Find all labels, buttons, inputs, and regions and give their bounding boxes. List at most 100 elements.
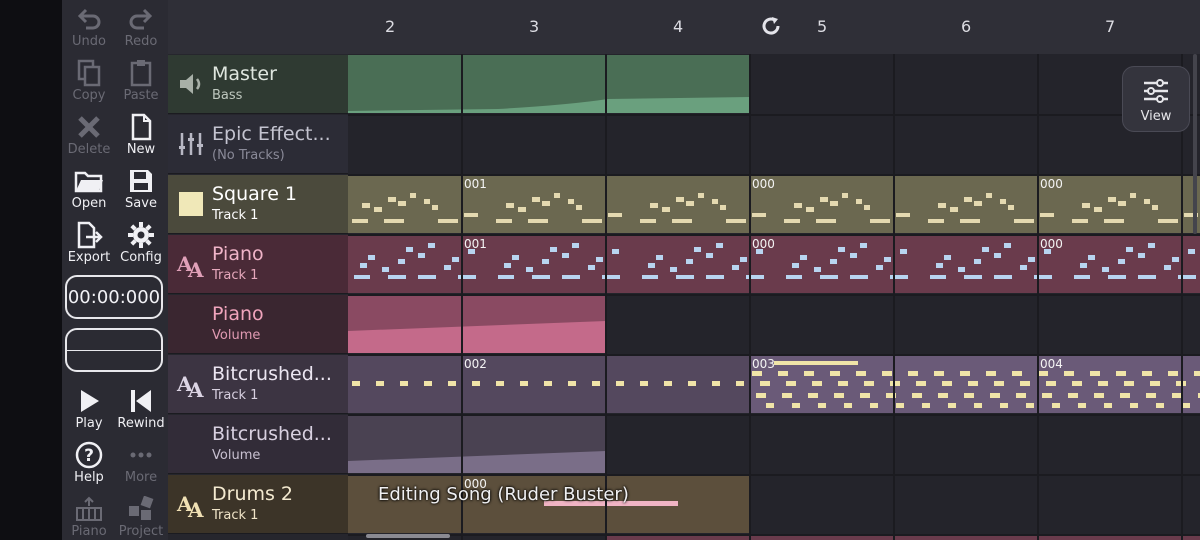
- track-row-bitcrushed-volume[interactable]: Bitcrushed... Volume: [168, 415, 348, 474]
- config-label: Config: [120, 250, 162, 265]
- note: [568, 381, 576, 386]
- pattern-number: 002: [464, 357, 487, 371]
- note: [1120, 393, 1130, 398]
- sample-instrument-icon: AA: [176, 369, 206, 399]
- note: [506, 203, 514, 208]
- note: [716, 243, 723, 248]
- track-row-bitcrushed[interactable]: AA Bitcrushed... Track 1: [168, 355, 348, 414]
- redo-label: Redo: [124, 34, 158, 49]
- note: [800, 255, 807, 260]
- new-button[interactable]: New: [114, 110, 168, 164]
- track-name: Square 1: [212, 183, 298, 205]
- note: [1126, 247, 1133, 252]
- pattern-piano[interactable]: 000: [1038, 235, 1200, 293]
- note: [650, 203, 658, 208]
- copy-icon: [76, 58, 102, 88]
- save-button[interactable]: Save: [114, 164, 168, 218]
- note: [830, 201, 838, 206]
- track-row-epic-effect[interactable]: Epic Effect... (No Tracks): [168, 115, 348, 174]
- rewind-button[interactable]: Rewind: [114, 384, 168, 438]
- note: [424, 199, 430, 204]
- paste-button[interactable]: Paste: [114, 56, 168, 110]
- export-button[interactable]: Export: [62, 218, 116, 272]
- note: [428, 243, 435, 248]
- note: [820, 197, 828, 202]
- track-row-piano[interactable]: AA Piano Track 1: [168, 235, 348, 294]
- note: [1012, 371, 1022, 376]
- track-row-piano-volume[interactable]: Piano Volume: [168, 295, 348, 354]
- note: [706, 275, 724, 279]
- note: [1004, 243, 1011, 248]
- pattern-grid[interactable]: 001 000 000 001 000 000 002 003 004 000: [348, 54, 1200, 540]
- redo-button[interactable]: Redo: [114, 2, 168, 56]
- config-button[interactable]: Config: [114, 218, 168, 272]
- note: [1016, 393, 1026, 398]
- pattern-piano-volume[interactable]: [348, 295, 606, 353]
- pattern-master[interactable]: [348, 55, 750, 113]
- loop-icon[interactable]: [759, 14, 783, 42]
- note: [1104, 403, 1112, 408]
- note: [526, 267, 533, 272]
- timeline-ruler[interactable]: 2 3 4 5 6 7: [348, 0, 1200, 54]
- note: [792, 263, 799, 268]
- gear-icon: [127, 220, 155, 250]
- view-button[interactable]: View: [1122, 66, 1190, 132]
- note: [942, 381, 952, 386]
- grid-line: [348, 354, 1200, 356]
- track-row-master[interactable]: Master Bass: [168, 55, 348, 114]
- note: [568, 199, 574, 204]
- pattern-bitcrushed-volume[interactable]: [348, 415, 606, 473]
- new-file-icon: [128, 112, 154, 142]
- note: [948, 403, 956, 408]
- note: [648, 263, 655, 268]
- note: [374, 207, 382, 212]
- piano-button[interactable]: Piano: [62, 492, 116, 540]
- undo-button[interactable]: Undo: [62, 2, 116, 56]
- sample-instrument-icon: AA: [176, 249, 206, 279]
- track-row-square-1[interactable]: Square 1 Track 1: [168, 175, 348, 234]
- project-button[interactable]: Project: [114, 492, 168, 540]
- note: [1116, 371, 1126, 376]
- svg-text:A: A: [187, 258, 204, 279]
- note: [1124, 381, 1134, 386]
- note: [974, 403, 982, 408]
- note: [406, 247, 413, 252]
- note: [438, 219, 458, 223]
- note: [1068, 393, 1078, 398]
- note: [1074, 275, 1090, 279]
- open-button[interactable]: Open: [62, 164, 116, 218]
- more-icon: [128, 440, 154, 470]
- horizontal-scrollbar[interactable]: [366, 534, 450, 538]
- vertical-scrollbar[interactable]: [1193, 54, 1197, 234]
- pattern-number: 000: [752, 177, 775, 191]
- help-button[interactable]: ? Help: [62, 438, 116, 492]
- sliders-icon: [1142, 79, 1170, 107]
- note: [532, 197, 540, 202]
- note: [1118, 259, 1125, 264]
- save-label: Save: [125, 196, 157, 211]
- note: [400, 381, 408, 386]
- note: [1108, 197, 1116, 202]
- help-label: Help: [74, 470, 104, 485]
- note: [612, 249, 619, 254]
- note: [1138, 253, 1145, 258]
- sliders-icon: [176, 129, 206, 159]
- play-button[interactable]: Play: [62, 384, 116, 438]
- note: [1014, 219, 1034, 223]
- measure-number: 7: [1105, 17, 1116, 36]
- copy-button[interactable]: Copy: [62, 56, 116, 110]
- note: [726, 219, 746, 223]
- more-button[interactable]: More: [114, 438, 168, 492]
- note: [576, 205, 582, 210]
- note: [496, 219, 512, 223]
- undo-icon: [76, 4, 102, 34]
- note: [876, 265, 883, 270]
- delete-button[interactable]: Delete: [62, 110, 116, 164]
- note: [958, 267, 965, 272]
- note: [860, 393, 870, 398]
- track-row-drums-2[interactable]: AA Drums 2 Track 1: [168, 475, 348, 534]
- track-name: Epic Effect...: [212, 123, 331, 145]
- note: [960, 371, 970, 376]
- note: [444, 265, 451, 270]
- measure-number: 5: [817, 17, 828, 36]
